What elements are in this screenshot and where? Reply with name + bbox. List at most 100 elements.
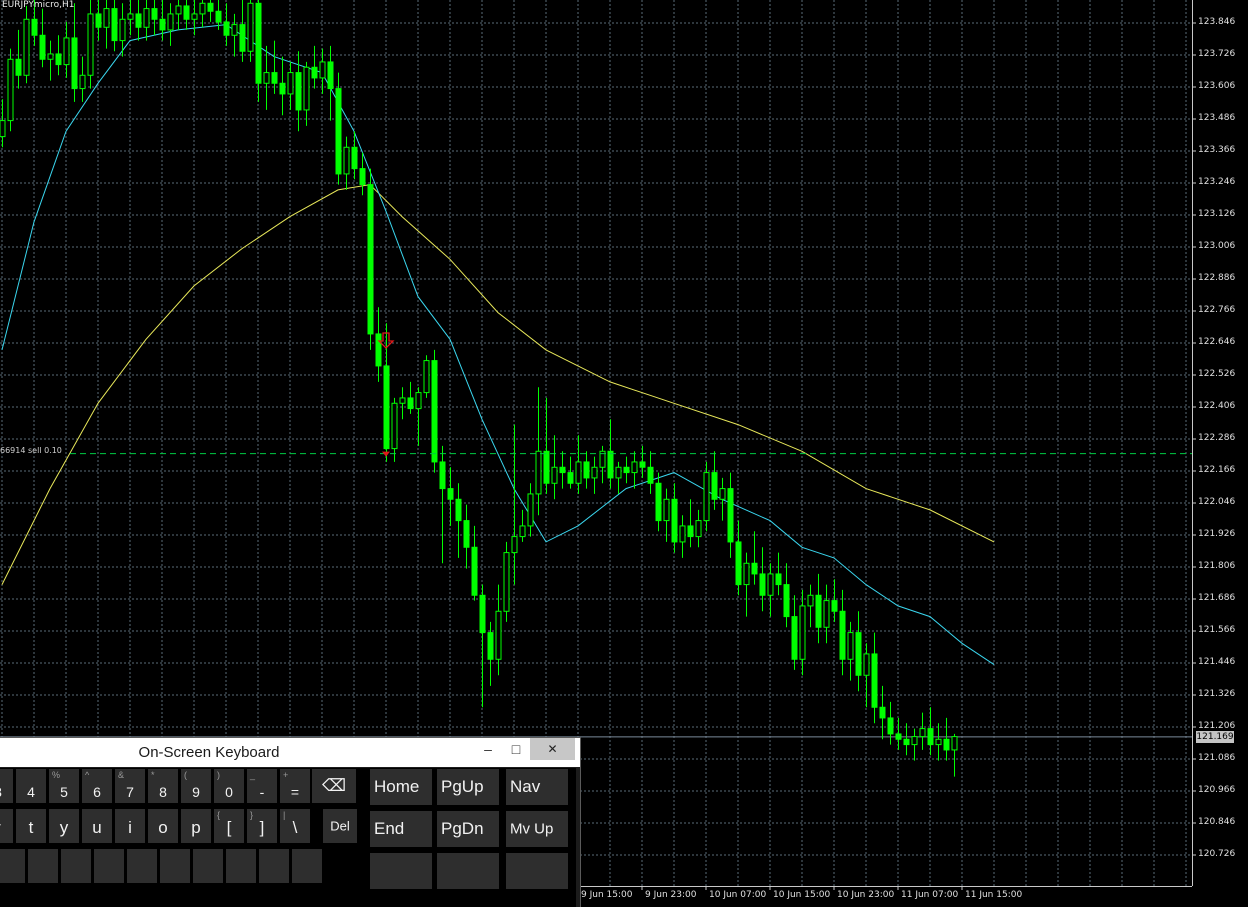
candle-body-bull bbox=[247, 2, 254, 52]
candle-body-bear bbox=[367, 184, 374, 335]
key-r[interactable]: r bbox=[0, 809, 13, 843]
candle-body-bear bbox=[639, 461, 646, 468]
key-t[interactable]: t bbox=[16, 809, 46, 843]
key-u[interactable]: u bbox=[82, 809, 112, 843]
candle-body-bull bbox=[591, 466, 598, 479]
price-tick-label: 123.246 bbox=[1198, 177, 1236, 187]
candle-body-bear bbox=[39, 34, 46, 60]
price-tick-label: 121.926 bbox=[1198, 529, 1236, 539]
pgdn-key-label: PgDn bbox=[441, 819, 484, 838]
backspace-key[interactable]: ⌫ bbox=[312, 769, 356, 803]
candle-body-bull bbox=[951, 736, 958, 751]
key-partial[interactable] bbox=[193, 849, 223, 883]
on-screen-keyboard-window[interactable]: On-Screen Keyboard – □ ✕ $34%5^6&7*8(9)0… bbox=[0, 737, 581, 907]
key-=[interactable]: + = bbox=[280, 769, 310, 803]
price-tick-label: 122.286 bbox=[1198, 433, 1236, 443]
price-tick-label: 122.406 bbox=[1198, 401, 1236, 411]
minimize-button[interactable]: – bbox=[476, 738, 500, 760]
candle-body-bear bbox=[903, 738, 910, 746]
key-partial[interactable] bbox=[0, 849, 25, 883]
key-4[interactable]: 4 bbox=[16, 769, 46, 803]
move-down-key[interactable] bbox=[506, 853, 568, 889]
pgup-key[interactable]: PgUp bbox=[437, 769, 499, 805]
key-partial[interactable] bbox=[28, 849, 58, 883]
move-up-key[interactable]: Mv Up bbox=[506, 811, 568, 847]
key--[interactable]: _ - bbox=[247, 769, 277, 803]
insert-key[interactable] bbox=[370, 853, 432, 889]
candle-body-bull bbox=[615, 466, 622, 479]
end-key[interactable]: End bbox=[370, 811, 432, 847]
candle-body-bull bbox=[935, 738, 942, 746]
key-partial[interactable] bbox=[127, 849, 157, 883]
price-tick-label: 123.126 bbox=[1198, 209, 1236, 219]
key-9[interactable]: (9 bbox=[181, 769, 211, 803]
candle-body-bull bbox=[919, 728, 926, 738]
key-shift-label: ) bbox=[217, 770, 220, 780]
key-partial[interactable] bbox=[226, 849, 256, 883]
nav-key[interactable]: Nav bbox=[506, 769, 568, 805]
candle-body-bull bbox=[527, 493, 534, 527]
pgdn-key[interactable]: PgDn bbox=[437, 811, 499, 847]
time-tick-label: 9 Jun 15:00 bbox=[581, 890, 633, 900]
key-label: u bbox=[92, 818, 102, 837]
candle-body-bear bbox=[335, 88, 342, 175]
key-shift-label: _ bbox=[250, 770, 256, 780]
home-key[interactable]: Home bbox=[370, 769, 432, 805]
candle-body-bull bbox=[143, 8, 150, 28]
key-label: - bbox=[259, 784, 265, 800]
candle-body-bear bbox=[383, 365, 390, 450]
time-tick-label: 10 Jun 07:00 bbox=[709, 890, 767, 900]
key-0[interactable]: ) 0 bbox=[214, 769, 244, 803]
price-tick-label: 120.726 bbox=[1198, 849, 1236, 859]
key-[[interactable]: {[ bbox=[214, 809, 244, 843]
candle-body-bear bbox=[871, 653, 878, 708]
close-button[interactable]: ✕ bbox=[530, 738, 575, 760]
key-5[interactable]: % 5 bbox=[49, 769, 79, 803]
key-label: r bbox=[0, 818, 13, 838]
candle-body-bull bbox=[199, 2, 206, 15]
candle-body-bull bbox=[263, 72, 270, 84]
price-tick-label: 122.646 bbox=[1198, 337, 1236, 347]
fast-ma-line bbox=[1, 24, 995, 666]
candle-body-bear bbox=[311, 66, 318, 79]
price-tick-label: 121.086 bbox=[1198, 753, 1236, 763]
key-partial[interactable] bbox=[259, 849, 289, 883]
key-partial[interactable] bbox=[94, 849, 124, 883]
delete-key[interactable]: Del bbox=[323, 809, 357, 843]
key-7[interactable]: & 7 bbox=[115, 769, 145, 803]
key-p[interactable]: p bbox=[181, 809, 211, 843]
key-partial[interactable] bbox=[160, 849, 190, 883]
key-][interactable]: }] bbox=[247, 809, 277, 843]
key-i[interactable]: i bbox=[115, 809, 145, 843]
price-tick-label: 121.686 bbox=[1198, 593, 1236, 603]
candle-body-bull bbox=[663, 498, 670, 522]
key-o[interactable]: o bbox=[148, 809, 178, 843]
candle-body-bear bbox=[375, 333, 382, 367]
candle-body-bull bbox=[695, 520, 702, 538]
candle-body-bear bbox=[151, 8, 158, 20]
keyboard-title-bar[interactable]: On-Screen Keyboard – □ ✕ bbox=[0, 738, 580, 767]
maximize-button[interactable]: □ bbox=[504, 738, 528, 760]
home-key-label: Home bbox=[374, 777, 420, 796]
key-label: o bbox=[158, 818, 168, 837]
key-6[interactable]: ^ 6 bbox=[82, 769, 112, 803]
candle-body-bear bbox=[223, 21, 230, 36]
candle-body-bull bbox=[343, 146, 350, 175]
pause-key[interactable] bbox=[437, 853, 499, 889]
candle-body-bear bbox=[735, 541, 742, 586]
chart-symbol-title: EURJPYmicro,H1 bbox=[2, 0, 75, 10]
key-partial[interactable] bbox=[61, 849, 91, 883]
candle-body-bull bbox=[87, 13, 94, 76]
price-tick-label: 120.966 bbox=[1198, 785, 1236, 795]
key-label: t bbox=[28, 818, 34, 837]
key-3[interactable]: $3 bbox=[0, 769, 13, 803]
price-tick-label: 123.486 bbox=[1198, 113, 1236, 123]
key-backslash[interactable]: | \ bbox=[280, 809, 310, 843]
candle-body-bear bbox=[327, 61, 334, 90]
candle-body-bear bbox=[55, 53, 62, 66]
delete-key-label: Del bbox=[330, 818, 350, 834]
key-partial[interactable] bbox=[292, 849, 322, 883]
key-8[interactable]: * 8 bbox=[148, 769, 178, 803]
key-y[interactable]: y bbox=[49, 809, 79, 843]
candle-body-bull bbox=[799, 605, 806, 660]
